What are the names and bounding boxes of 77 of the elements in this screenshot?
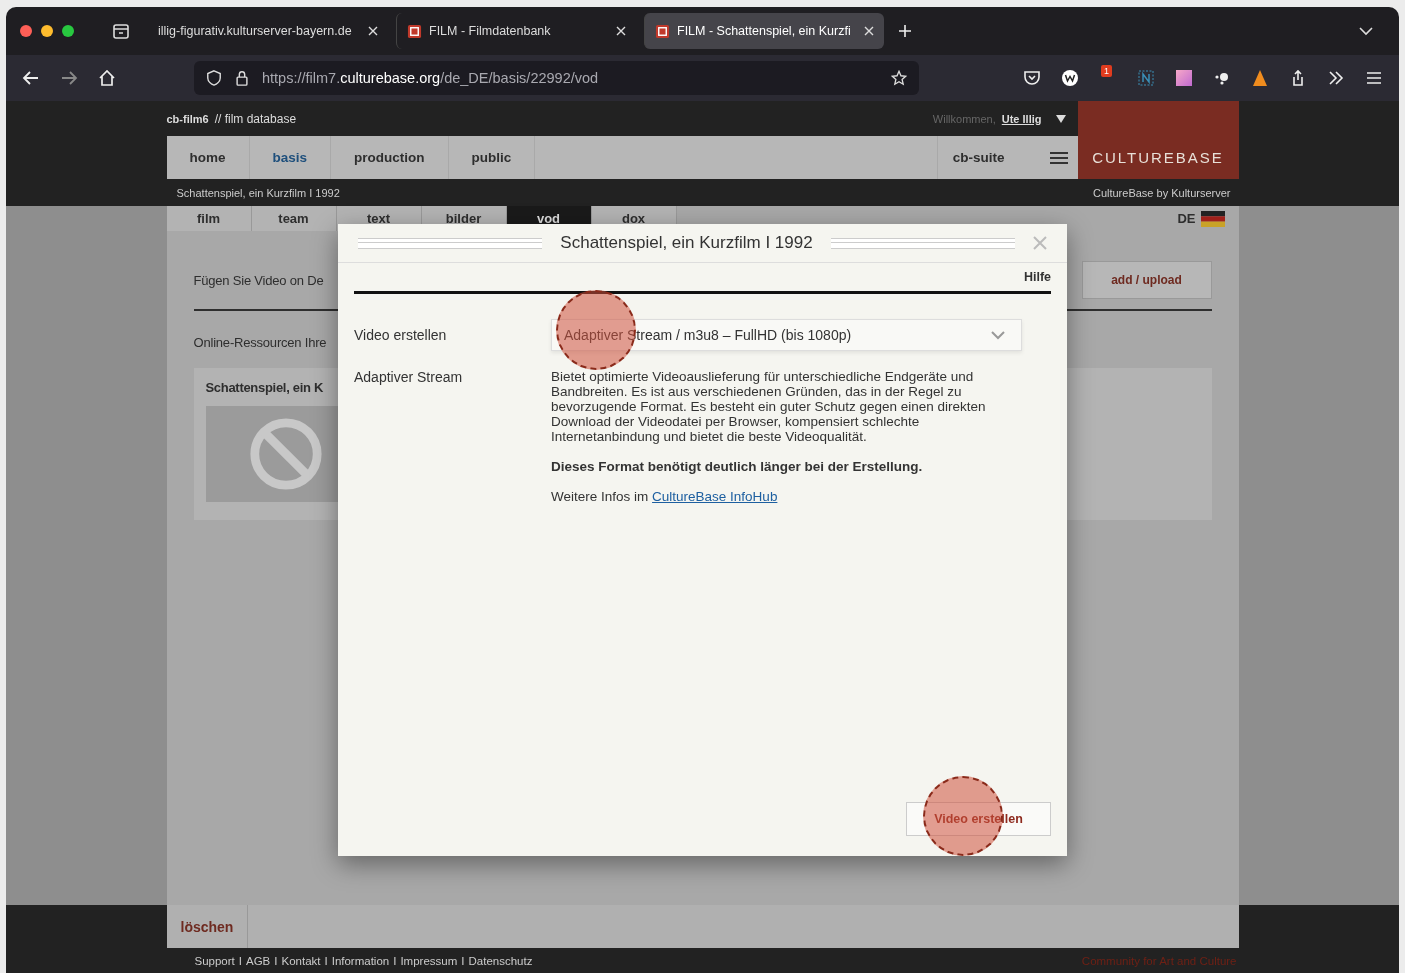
culturebase-logo[interactable]: CULTUREBASE [1077,101,1239,179]
minimize-window-icon[interactable] [41,25,53,37]
delete-button[interactable]: löschen [166,905,249,948]
link-separator: I [324,954,328,967]
dialog-title: Schattenspiel, ein Kurzfilm I 1992 [560,233,813,253]
lock-icon [234,70,250,86]
bookmark-star-icon[interactable] [891,70,907,86]
suite-menu-button[interactable]: cb-suite [936,136,1050,179]
nav-tab[interactable]: production [331,136,449,179]
flag-icon[interactable] [1200,210,1225,227]
gradient-square-icon[interactable] [1175,69,1193,87]
w-circle-icon[interactable] [1061,69,1079,87]
site-brand: cb-film6 [166,112,209,125]
format-description: Bietet optimierte Videoauslieferung für unterschiedliche Endgeräte und Bandbreiten. Es ist aus verschiedenen Gründen, das in der Regel zu bevorzugende Format. Es besteht ein guter Schutz gegen einen direkten Download der Videodatei per Browser, kompensiert schlechte Internetanbindung und bietet die beste Videoqualität. [551,369,987,444]
more-info-text: Weitere Infos im [551,489,649,504]
link-separator: I [461,954,465,967]
card-title: Schattenspiel, ein K [205,380,324,395]
close-window-icon[interactable] [20,25,32,37]
browser-tab[interactable]: FILM - Filmdatenbank [396,13,636,49]
tab-title: FILM - Schattenspiel, ein Kurzfi [677,24,852,38]
link-separator: I [274,954,278,967]
notification-badge[interactable]: 1 [1101,65,1112,77]
field-label: Video erstellen [354,327,448,343]
language-code: DE [1177,211,1196,226]
resources-heading: Online-Ressourcen Ihre [193,335,327,350]
shield-icon [206,70,222,86]
overflow-chevrons-icon[interactable] [1327,69,1345,87]
forward-arrow-icon[interactable] [60,69,78,87]
pocket-icon[interactable] [1023,69,1041,87]
tab-title: FILM - Filmdatenbank [429,24,552,38]
tab-overview-icon[interactable] [112,22,130,40]
browser-tab[interactable]: illig-figurativ.kulturserver-bayern.de [148,13,388,49]
close-tab-icon[interactable] [616,26,626,36]
footer-link[interactable]: Impressum [400,954,458,967]
browser-tab[interactable]: FILM - Schattenspiel, ein Kurzfi [644,13,884,49]
dropdown-triangle-icon[interactable] [1055,114,1066,123]
n-square-icon[interactable] [1137,69,1155,87]
close-tab-icon[interactable] [864,26,874,36]
tab-list-chevron-icon[interactable] [1359,26,1373,36]
footer-link[interactable]: Kontakt [281,954,321,967]
footer-link[interactable]: Information [331,954,390,967]
new-tab-icon[interactable] [898,24,912,38]
infohub-link[interactable]: CultureBase InfoHub [652,489,778,504]
field-label: Adaptiver Stream [354,369,464,385]
byline-text: CultureBase by Kulturserver [1092,186,1231,199]
format-warning: Dieses Format benötigt deutlich länger bei der Erstellung. [551,459,924,474]
triangle-cone-icon[interactable] [1251,69,1269,87]
maximize-window-icon[interactable] [62,25,74,37]
footer-link[interactable]: Support [194,954,235,967]
tab-title: illig-figurativ.kulturserver-bayern.de [158,24,353,38]
footer-link[interactable]: Datenschutz [468,954,533,967]
url-text: https://film7.culturebase.org/de_DE/basis/22992/vod [262,70,599,86]
link-separator: I [393,954,397,967]
dropdown-value: Adaptiver Stream / m3u8 – FullHD (bis 1080p) [564,327,852,343]
site-subtitle: // film database [214,111,297,126]
nav-tab[interactable]: basis [249,136,332,179]
help-link[interactable]: Hilfe [1023,270,1051,284]
menu-icon[interactable] [1049,150,1068,165]
section-tab[interactable]: team [251,206,337,231]
home-icon[interactable] [98,69,116,87]
add-upload-button[interactable]: add / upload [1081,261,1212,299]
user-link[interactable]: Ute Illig [1001,112,1042,125]
tagline-text: Community for Art and Culture [1081,954,1237,967]
close-tab-icon[interactable] [368,26,378,36]
nav-tab[interactable]: home [166,136,250,179]
chevron-down-icon [991,330,1005,340]
breadcrumb-text: Schattenspiel, ein Kurzfilm I 1992 [176,186,340,199]
address-bar[interactable]: https://film7.culturebase.org/de_DE/basis/22992/vod [194,61,919,95]
intro-text: Fügen Sie Video on De [193,272,324,288]
menu-icon[interactable] [1365,69,1383,87]
nav-tab[interactable]: public [448,136,536,179]
welcome-text: Willkommen, [932,112,996,125]
format-dropdown[interactable]: Adaptiver Stream / m3u8 – FullHD (bis 1080p) [551,319,1022,351]
footer-link[interactable]: AGB [246,954,271,967]
back-arrow-icon[interactable] [22,69,40,87]
section-tab[interactable]: film [166,206,252,231]
link-separator: I [238,954,242,967]
